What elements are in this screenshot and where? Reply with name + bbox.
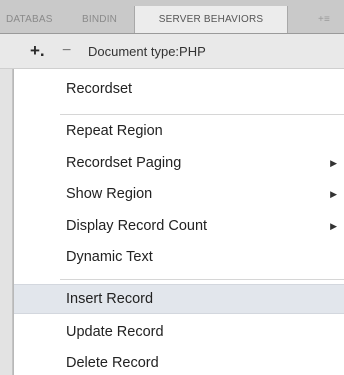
tab-databases[interactable]: DATABAS <box>6 6 53 33</box>
menu-item-repeat-region[interactable]: Repeat Region <box>14 117 344 145</box>
menu-icon-gutter <box>0 69 13 375</box>
menu-item-show-region[interactable]: Show Region ▶ <box>14 180 344 208</box>
panel-tab-bar: DATABAS BINDIN SERVER BEHAVIORS +≡ <box>0 0 344 34</box>
menu-item-label: Delete Record <box>66 355 159 371</box>
tab-bindings[interactable]: BINDIN <box>82 6 117 33</box>
panel-toolbar: +. − Document type:PHP <box>0 34 344 69</box>
add-behavior-menu: Recordset Repeat Region Recordset Paging… <box>13 69 344 375</box>
menu-item-recordset[interactable]: Recordset <box>14 75 344 103</box>
document-type-label: Document type:PHP <box>88 44 206 59</box>
menu-separator <box>60 114 344 115</box>
menu-item-label: Repeat Region <box>66 123 163 139</box>
server-behaviors-panel: DATABAS BINDIN SERVER BEHAVIORS +≡ +. − … <box>0 0 344 375</box>
menu-item-recordset-paging[interactable]: Recordset Paging ▶ <box>14 149 344 177</box>
tab-server-behaviors[interactable]: SERVER BEHAVIORS <box>134 6 288 33</box>
add-behavior-button[interactable]: +. <box>30 42 45 59</box>
submenu-arrow-icon: ▶ <box>330 158 337 168</box>
menu-item-insert-record[interactable]: Insert Record <box>14 284 344 314</box>
menu-item-label: Recordset Paging <box>66 155 182 171</box>
menu-item-label: Insert Record <box>66 291 154 307</box>
menu-item-delete-record[interactable]: Delete Record <box>14 349 344 375</box>
submenu-arrow-icon: ▶ <box>330 189 337 199</box>
submenu-arrow-icon: ▶ <box>330 221 337 231</box>
menu-separator <box>60 279 344 280</box>
menu-item-label: Show Region <box>66 186 153 202</box>
menu-item-update-record[interactable]: Update Record <box>14 318 344 346</box>
menu-item-dynamic-text[interactable]: Dynamic Text <box>14 243 344 271</box>
remove-behavior-button[interactable]: − <box>62 42 71 59</box>
menu-item-label: Dynamic Text <box>66 249 153 265</box>
menu-item-label: Update Record <box>66 324 164 340</box>
panel-options-icon[interactable]: +≡ <box>318 6 330 33</box>
menu-item-display-record-count[interactable]: Display Record Count ▶ <box>14 212 344 240</box>
menu-item-label: Display Record Count <box>66 218 208 234</box>
menu-item-label: Recordset <box>66 81 133 97</box>
